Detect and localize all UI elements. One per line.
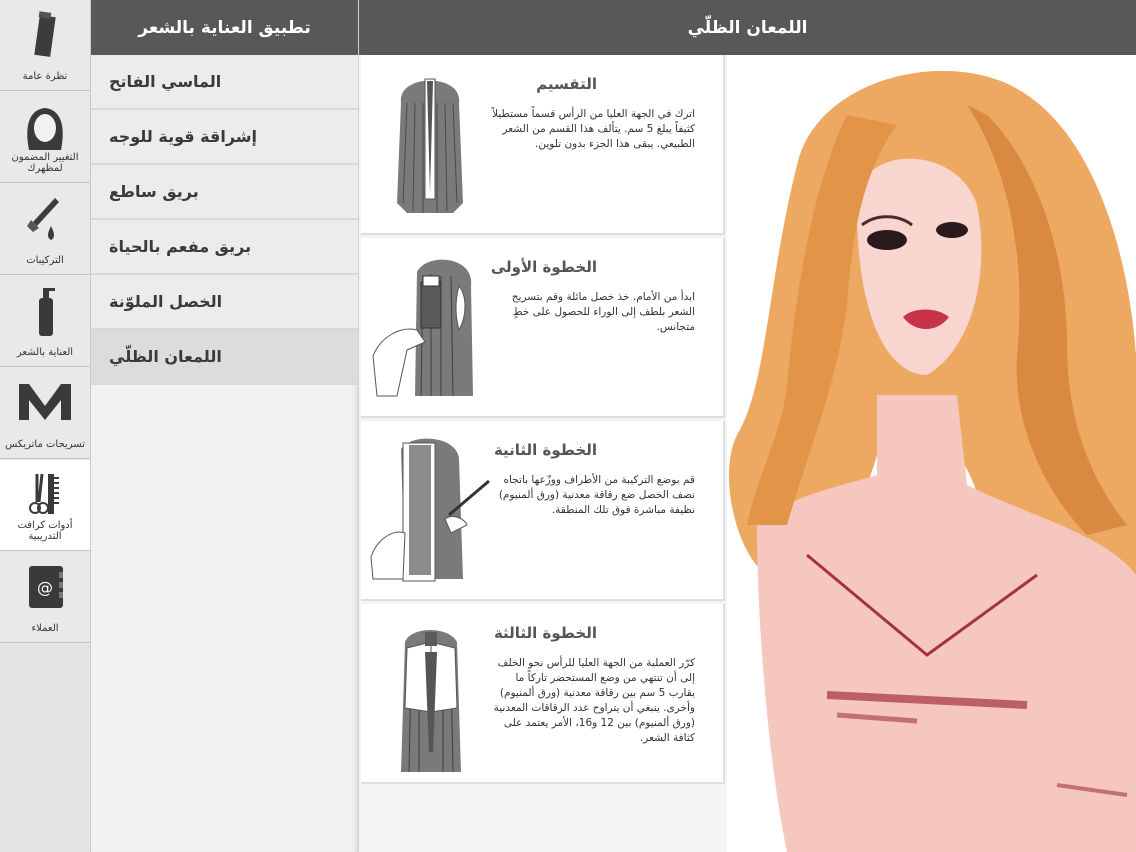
step-text: قم بوضع التركيبة من الأطراف ووزّعها باتج… <box>498 474 695 516</box>
menu-item-label: اللمعان الظلّي <box>109 347 222 366</box>
menu-item-shadow-shine[interactable]: اللمعان الظلّي <box>91 330 358 385</box>
step-title: الخطوة الثانية <box>493 441 597 459</box>
rail-label: العناية بالشعر <box>16 347 74 358</box>
tube-icon <box>15 8 75 60</box>
menu-title: تطبيق العناية بالشعر <box>91 0 358 55</box>
bottle-icon <box>15 284 75 336</box>
menu-item-label: بريق مفعم بالحياة <box>109 237 252 256</box>
address-book-icon: @ <box>15 560 75 612</box>
step-card: التقسيم اترك في الجهة العليا من الرأس قس… <box>361 55 725 235</box>
menu-item-label: بريق ساطع <box>109 182 199 201</box>
rail-label: أدوات كرافت التدريبية <box>17 520 73 542</box>
step-title: الخطوة الأولى <box>490 258 597 276</box>
rail-label: تسريحات ماتريكس <box>5 439 85 450</box>
matrix-m-icon <box>15 376 75 428</box>
steps-list: التقسيم اترك في الجهة العليا من الرأس قس… <box>359 55 727 852</box>
step-text: ابدأ من الأمام. خذ خصل مائلة وقم بتسريح … <box>511 291 695 333</box>
rail-label: التركيبات <box>26 255 64 266</box>
menu-item-bright-shine[interactable]: بريق ساطع <box>91 165 358 220</box>
step-title: الخطوة الثالثة <box>493 624 597 642</box>
svg-text:@: @ <box>37 578 53 597</box>
step-card: الخطوة الثانية قم بوضع التركيبة من الأطر… <box>361 421 725 601</box>
menu-item-light-diamond[interactable]: الماسي الفاتح <box>91 55 358 110</box>
step-title: التقسيم <box>536 75 597 93</box>
rail-item-training-tools[interactable]: أدوات كرافت التدريبية <box>0 460 90 551</box>
rail-item-matrix-styles[interactable]: تسريحات ماتريكس <box>0 368 90 459</box>
menu-item-vivid-shine[interactable]: بريق مفعم بالحياة <box>91 220 358 275</box>
rail-label: العملاء <box>31 623 59 634</box>
rail-item-hair-care[interactable]: العناية بالشعر <box>0 276 90 367</box>
step-text: اترك في الجهة العليا من الرأس قسماً مستط… <box>492 108 695 150</box>
step-card: الخطوة الأولى ابدأ من الأمام. خذ خصل مائ… <box>361 238 725 418</box>
rail-label: نظرة عامة <box>22 71 68 82</box>
hair-sectioning-illustration <box>367 63 493 227</box>
app-nav-rail: نظرة عامة التغيير المضمون لمظهرك التركيب… <box>0 0 91 852</box>
menu-item-label: الماسي الفاتح <box>109 72 222 91</box>
scissors-comb-icon <box>15 468 75 520</box>
menu-item-label: إشراقة قوية للوجه <box>109 127 257 146</box>
menu-item-label: الخصل الملوّنة <box>109 292 223 311</box>
rail-item-formulas[interactable]: التركيبات <box>0 184 90 275</box>
rail-item-overview[interactable]: نظرة عامة <box>0 0 90 91</box>
rail-empty-area <box>0 645 90 852</box>
woman-head-icon <box>15 100 75 152</box>
menu-item-face-glow[interactable]: إشراقة قوية للوجه <box>91 110 358 165</box>
step-card: الخطوة الثالثة كرّر العملية من الجهة الع… <box>361 604 725 784</box>
menu-item-colored-highlights[interactable]: الخصل الملوّنة <box>91 275 358 330</box>
treatment-menu: تطبيق العناية بالشعر الماسي الفاتح إشراق… <box>91 0 359 852</box>
brush-drop-icon <box>15 192 75 244</box>
rail-item-guaranteed-change[interactable]: التغيير المضمون لمظهرك <box>0 92 90 183</box>
fashion-portrait-illustration <box>727 55 1136 852</box>
page-title: اللمعان الظلّي <box>359 0 1136 55</box>
hair-combing-illustration <box>367 246 493 410</box>
foils-back-view-illustration <box>367 612 493 776</box>
step-text: كرّر العملية من الجهة العليا للرأس نحو ا… <box>493 657 695 744</box>
rail-label: التغيير المضمون لمظهرك <box>11 152 79 174</box>
rail-item-clients[interactable]: @ العملاء <box>0 552 90 643</box>
foil-application-illustration <box>367 429 493 593</box>
